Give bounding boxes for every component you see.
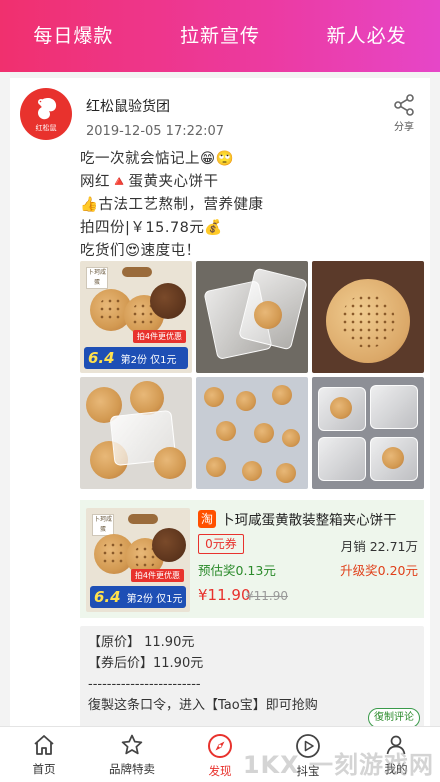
watermark: 1KX 一刻游戏网 [242, 751, 434, 779]
current-price: ¥11.90 [198, 586, 251, 604]
upgrade-reward: 升级奖0.20元 [340, 563, 418, 578]
biscuit-image [130, 381, 164, 415]
post-card: 红松鼠 红松鼠验货团 2019-12-05 17:22:07 分享 吃一次就会惦… [10, 78, 430, 728]
biscuit-image [272, 385, 292, 405]
product-image-many-bags[interactable] [196, 377, 308, 489]
promo-band: 6.4 第2份 仅1元 [84, 347, 188, 369]
biscuit-image [242, 461, 262, 481]
promo-text: 第2份 仅1元 [120, 354, 177, 366]
biscuit-image [282, 429, 300, 447]
biscuit-image [154, 447, 186, 479]
biscuit-image [254, 301, 282, 329]
biscuit-image [152, 528, 186, 562]
share-button[interactable]: 分享 [390, 94, 418, 133]
product-title[interactable]: 淘 卜珂咸蛋黄散装整箱夹心饼干 [198, 508, 422, 530]
tab-newcomer[interactable]: 新人必发 [327, 21, 407, 48]
post-line: 网红🔺蛋黄夹心饼干 [80, 174, 219, 190]
promo-tag: 拍4件更优惠 [132, 330, 186, 343]
package-label: 卜珂咸蛋 [86, 267, 108, 289]
post-datetime: 2019-12-05 17:22:07 [86, 124, 225, 139]
nav-home[interactable]: 首页 [0, 727, 88, 777]
promo-tag: 拍4件更优惠 [130, 569, 184, 582]
package-label: 卜珂咸蛋 [92, 514, 114, 536]
taobao-icon: 淘 [198, 509, 216, 528]
share-label: 分享 [394, 122, 414, 133]
biscuit-image [206, 457, 226, 477]
promo-band: 6.4 第2份 仅1元 [90, 586, 186, 608]
post-header: 红松鼠 红松鼠验货团 2019-12-05 17:22:07 分享 [20, 88, 420, 148]
biscuit-image [216, 421, 236, 441]
info-line: 【原价】 11.90元 [88, 635, 195, 650]
promo-big-number: 6.4 [88, 349, 115, 367]
product-card[interactable]: 卜珂咸蛋 拍4件更优惠 6.4 第2份 仅1元 淘 卜珂咸蛋黄散装整箱夹心饼干 … [80, 500, 424, 618]
post-line: 👍古法工艺熬制，营养健康 [80, 197, 264, 213]
original-price: ¥11.90 [246, 589, 288, 603]
biscuit-image [204, 387, 224, 407]
tab-invite-promo[interactable]: 拉新宣传 [180, 21, 260, 48]
product-title-text: 卜珂咸蛋黄散装整箱夹心饼干 [221, 512, 397, 529]
promo-big-number: 6.4 [94, 588, 121, 606]
post-line: 拍四份|￥15.78元💰 [80, 220, 223, 236]
home-icon [34, 735, 54, 755]
monthly-sales: 月销 22.71万 [340, 539, 418, 554]
avatar-brand-text: 红松鼠 [35, 124, 57, 132]
nav-home-label: 首页 [32, 762, 56, 776]
estimated-reward: 预估奖0.13元 [198, 563, 276, 578]
product-image-bag-hand[interactable] [80, 377, 192, 489]
product-thumbnail[interactable]: 卜珂咸蛋 拍4件更优惠 6.4 第2份 仅1元 [86, 508, 190, 612]
post-text: 吃一次就会惦记上😁🙄 网红🔺蛋黄夹心饼干 👍古法工艺熬制，营养健康 拍四份|￥1… [80, 148, 410, 263]
top-tab-bar: 每日爆款 拉新宣传 新人必发 [0, 0, 440, 72]
biscuit-image [382, 447, 404, 469]
copy-comment-button[interactable]: 復制评论 [368, 708, 420, 728]
compass-icon [208, 734, 232, 758]
info-line: 【券后价】11.90元 [88, 656, 204, 671]
package-stamp [122, 267, 152, 277]
biscuit-image [326, 279, 410, 363]
avatar[interactable]: 红松鼠 [20, 88, 72, 140]
info-line: 復製这条口令，进入【Tao宝】即可抢购 [88, 698, 318, 713]
share-icon [394, 94, 414, 116]
package-stamp [128, 514, 158, 524]
biscuit-image [236, 391, 256, 411]
product-image-package[interactable]: 卜珂咸蛋 拍4件更优惠 6.4 第2份 仅1元 [80, 261, 192, 373]
bag-image [318, 437, 366, 481]
shop-name[interactable]: 红松鼠验货团 [86, 96, 170, 116]
nav-brand-sale[interactable]: 品牌特卖 [88, 727, 176, 777]
post-line: 吃货们😍速度屯！ [80, 243, 201, 259]
biscuit-image [150, 283, 186, 319]
info-line: ------------------------ [88, 677, 201, 692]
tab-daily-hot[interactable]: 每日爆款 [33, 21, 113, 48]
product-image-bags-grey[interactable] [312, 377, 424, 489]
squirrel-logo-icon [38, 98, 57, 120]
post-line: 吃一次就会惦记上😁🙄 [80, 151, 235, 167]
biscuit-image [254, 423, 274, 443]
product-image-bags[interactable] [196, 261, 308, 373]
biscuit-image [276, 463, 296, 483]
coupon-badge[interactable]: 0元券 [198, 534, 244, 554]
bag-image [370, 385, 418, 429]
promo-text: 第2份 仅1元 [126, 593, 183, 605]
product-image-biscuit-closeup[interactable] [312, 261, 424, 373]
nav-brand-sale-label: 品牌特卖 [109, 762, 155, 776]
biscuit-image [330, 397, 352, 419]
star-icon [121, 734, 143, 755]
